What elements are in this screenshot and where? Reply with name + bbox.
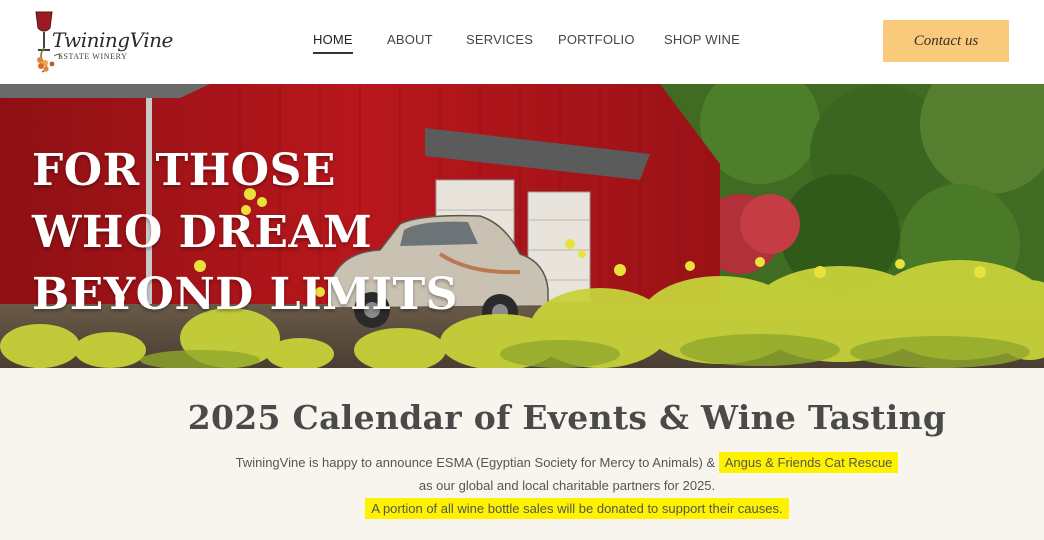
nav-item-services[interactable]: SERVICES [466,32,533,47]
site-header: TwiningVine ESTATE WINERY HOME ABOUT SER… [0,0,1044,84]
announcement-line-2: as our global and local charitable partn… [418,478,716,493]
hero-headline: FOR THOSE WHO DREAM BEYOND LIMITS [32,140,458,326]
highlighted-donation-note: A portion of all wine bottle sales will … [365,498,789,519]
events-title: 2025 Calendar of Events & Wine Tasting [187,398,947,437]
hero-line: BEYOND LIMITS [32,269,458,320]
highlighted-partner: Angus & Friends Cat Rescue [718,452,899,473]
brand-tagline: ESTATE WINERY [58,52,128,61]
nav-item-portfolio[interactable]: PORTFOLIO [558,32,635,47]
announcement-line-3: A portion of all wine bottle sales will … [0,498,1044,519]
nav-item-about[interactable]: ABOUT [387,32,433,47]
contact-us-button[interactable]: Contact us [883,20,1009,62]
announcement-line-1: TwiningVine is happy to announce ESMA (E… [0,452,1044,473]
hero-line: WHO DREAM [32,207,373,258]
hero-banner: FOR THOSE WHO DREAM BEYOND LIMITS [0,84,1044,368]
announcement-text: TwiningVine is happy to announce ESMA (E… [235,455,716,470]
hero-line: FOR THOSE [32,145,336,196]
nav-item-home[interactable]: HOME [313,32,353,54]
nav-item-shop-wine[interactable]: SHOP WINE [664,32,740,47]
events-section: 2025 Calendar of Events & Wine Tasting T… [0,368,1044,540]
